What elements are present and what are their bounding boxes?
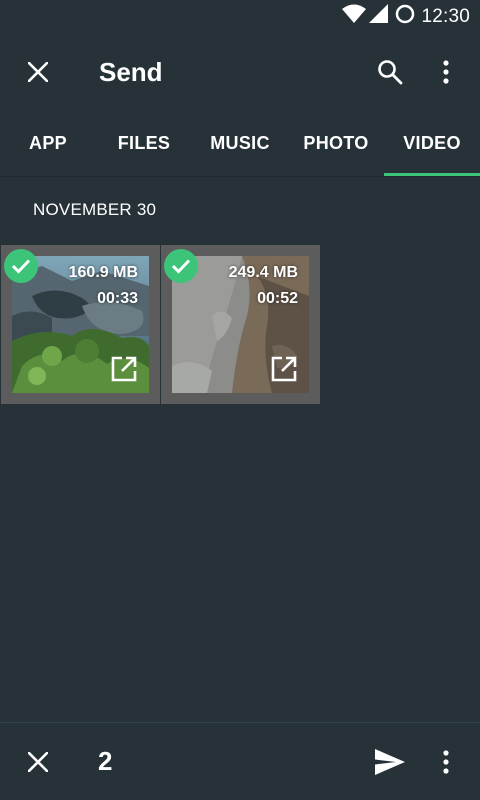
search-button[interactable] [362,44,418,100]
app-bar: Send [0,33,480,111]
open-external-button[interactable] [270,355,298,383]
status-bar: 12:30 [0,0,480,33]
video-duration: 00:52 [257,290,298,307]
tab-music[interactable]: MUSIC [192,111,288,176]
date-header: NOVEMBER 30 [33,200,157,219]
battery-circle-icon [395,4,415,29]
tab-photo[interactable]: PHOTO [288,111,384,176]
send-button[interactable] [362,734,418,790]
status-time: 12:30 [421,5,470,27]
tab-files[interactable]: FILES [96,111,192,176]
more-vert-icon [443,749,449,774]
selected-check-icon[interactable] [4,249,38,283]
more-vert-icon [443,60,449,84]
page-title: Send [99,56,163,87]
more-options-button[interactable] [418,734,474,790]
signal-icon [369,4,389,29]
video-grid: 160.9 MB 00:33 249.4 MB 00:52 [0,245,320,404]
close-icon [28,751,48,772]
wifi-icon [342,4,367,29]
open-external-icon [271,356,297,382]
cancel-selection-button[interactable] [0,723,76,800]
open-external-icon [111,356,137,382]
open-external-button[interactable] [110,355,138,383]
video-item[interactable]: 160.9 MB 00:33 [1,245,160,404]
more-options-button[interactable] [418,44,474,100]
video-size: 160.9 MB [68,264,138,281]
video-item[interactable]: 249.4 MB 00:52 [161,245,320,404]
selected-count: 2 [98,746,113,776]
tab-bar: APP FILES MUSIC PHOTO VIDEO [0,111,480,177]
video-duration: 00:33 [97,290,138,307]
send-icon [375,748,405,775]
video-size: 249.4 MB [228,264,298,281]
close-button[interactable] [0,33,76,111]
search-icon [378,60,403,85]
tab-app[interactable]: APP [0,111,96,176]
selected-check-icon[interactable] [164,249,198,283]
selection-bar: 2 [0,722,480,800]
close-icon [28,62,48,82]
tab-video[interactable]: VIDEO [384,111,480,176]
